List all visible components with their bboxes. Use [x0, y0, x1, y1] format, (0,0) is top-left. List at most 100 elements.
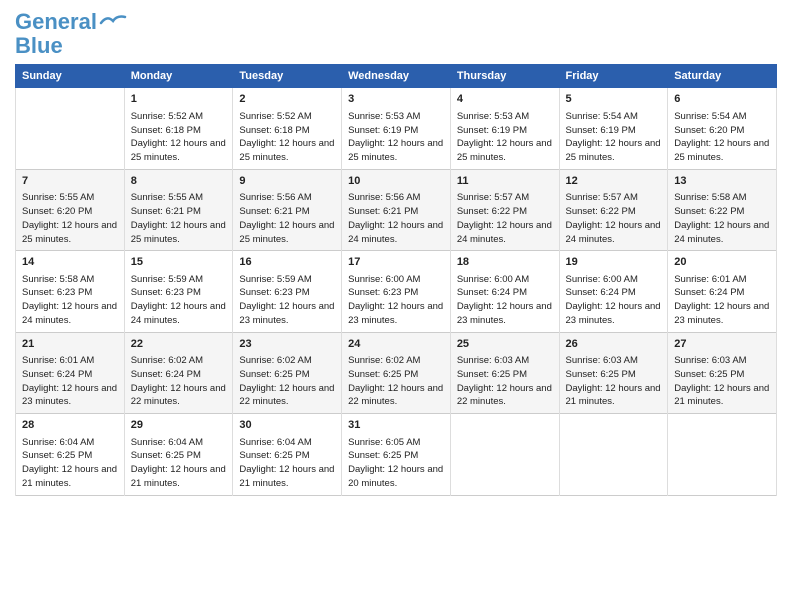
week-row-5: 28 Sunrise: 6:04 AMSunset: 6:25 PMDayligh… [16, 414, 777, 495]
page: General Blue SundayMondayTuesdayWednesda… [0, 0, 792, 506]
week-row-1: 1 Sunrise: 5:52 AMSunset: 6:18 PMDaylight… [16, 88, 777, 169]
day-number: 12 [566, 174, 662, 189]
cell-info: Sunrise: 5:59 AMSunset: 6:23 PMDaylight:… [131, 273, 227, 328]
calendar-cell: 20 Sunrise: 6:01 AMSunset: 6:24 PMDayligh… [668, 251, 777, 332]
calendar-cell: 2 Sunrise: 5:52 AMSunset: 6:18 PMDaylight… [233, 88, 342, 169]
cell-info: Sunrise: 5:53 AMSunset: 6:19 PMDaylight:… [348, 110, 444, 165]
day-number: 27 [674, 337, 770, 352]
calendar-cell: 13 Sunrise: 5:58 AMSunset: 6:22 PMDayligh… [668, 169, 777, 250]
day-number: 17 [348, 255, 444, 270]
logo-text: General Blue [15, 10, 97, 58]
week-row-3: 14 Sunrise: 5:58 AMSunset: 6:23 PMDayligh… [16, 251, 777, 332]
calendar-cell: 11 Sunrise: 5:57 AMSunset: 6:22 PMDayligh… [450, 169, 559, 250]
day-number: 16 [239, 255, 335, 270]
day-number: 13 [674, 174, 770, 189]
day-number: 29 [131, 418, 227, 433]
cell-info: Sunrise: 6:03 AMSunset: 6:25 PMDaylight:… [566, 354, 662, 409]
header-row: SundayMondayTuesdayWednesdayThursdayFrid… [16, 65, 777, 88]
cell-info: Sunrise: 6:02 AMSunset: 6:24 PMDaylight:… [131, 354, 227, 409]
day-number: 15 [131, 255, 227, 270]
calendar-cell: 16 Sunrise: 5:59 AMSunset: 6:23 PMDayligh… [233, 251, 342, 332]
cell-info: Sunrise: 6:00 AMSunset: 6:24 PMDaylight:… [457, 273, 553, 328]
cell-info: Sunrise: 5:58 AMSunset: 6:22 PMDaylight:… [674, 191, 770, 246]
calendar-table: SundayMondayTuesdayWednesdayThursdayFrid… [15, 64, 777, 495]
col-header-thursday: Thursday [450, 65, 559, 88]
day-number: 3 [348, 92, 444, 107]
day-number: 11 [457, 174, 553, 189]
col-header-friday: Friday [559, 65, 668, 88]
cell-info: Sunrise: 5:57 AMSunset: 6:22 PMDaylight:… [457, 191, 553, 246]
cell-info: Sunrise: 6:02 AMSunset: 6:25 PMDaylight:… [239, 354, 335, 409]
logo: General Blue [15, 10, 127, 58]
cell-info: Sunrise: 5:56 AMSunset: 6:21 PMDaylight:… [239, 191, 335, 246]
calendar-cell: 27Sunrise: 6:03 AMSunset: 6:25 PMDayligh… [668, 332, 777, 413]
calendar-cell: 30 Sunrise: 6:04 AMSunset: 6:25 PMDayligh… [233, 414, 342, 495]
calendar-cell: 10 Sunrise: 5:56 AMSunset: 6:21 PMDayligh… [342, 169, 451, 250]
calendar-cell: 5 Sunrise: 5:54 AMSunset: 6:19 PMDaylight… [559, 88, 668, 169]
logo-line2: Blue [15, 33, 63, 58]
cell-info: Sunrise: 5:53 AMSunset: 6:19 PMDaylight:… [457, 110, 553, 165]
cell-info: Sunrise: 6:01 AMSunset: 6:24 PMDaylight:… [22, 354, 118, 409]
calendar-cell: 22Sunrise: 6:02 AMSunset: 6:24 PMDayligh… [124, 332, 233, 413]
calendar-cell: 3 Sunrise: 5:53 AMSunset: 6:19 PMDaylight… [342, 88, 451, 169]
day-number: 7 [22, 174, 118, 189]
calendar-cell [16, 88, 125, 169]
day-number: 2 [239, 92, 335, 107]
day-number: 23 [239, 337, 335, 352]
calendar-cell: 24 Sunrise: 6:02 AMSunset: 6:25 PMDayligh… [342, 332, 451, 413]
cell-info: Sunrise: 5:57 AMSunset: 6:22 PMDaylight:… [566, 191, 662, 246]
calendar-cell: 15 Sunrise: 5:59 AMSunset: 6:23 PMDayligh… [124, 251, 233, 332]
day-number: 8 [131, 174, 227, 189]
cell-info: Sunrise: 5:54 AMSunset: 6:19 PMDaylight:… [566, 110, 662, 165]
cell-info: Sunrise: 6:01 AMSunset: 6:24 PMDaylight:… [674, 273, 770, 328]
cell-info: Sunrise: 6:00 AMSunset: 6:24 PMDaylight:… [566, 273, 662, 328]
day-number: 10 [348, 174, 444, 189]
calendar-cell: 28 Sunrise: 6:04 AMSunset: 6:25 PMDayligh… [16, 414, 125, 495]
calendar-cell: 12 Sunrise: 5:57 AMSunset: 6:22 PMDayligh… [559, 169, 668, 250]
calendar-cell: 29 Sunrise: 6:04 AMSunset: 6:25 PMDayligh… [124, 414, 233, 495]
day-number: 25 [457, 337, 553, 352]
day-number: 21 [22, 337, 118, 352]
calendar-cell: 25Sunrise: 6:03 AMSunset: 6:25 PMDayligh… [450, 332, 559, 413]
calendar-cell [668, 414, 777, 495]
calendar-cell: 19 Sunrise: 6:00 AMSunset: 6:24 PMDayligh… [559, 251, 668, 332]
calendar-cell: 1 Sunrise: 5:52 AMSunset: 6:18 PMDaylight… [124, 88, 233, 169]
day-number: 14 [22, 255, 118, 270]
cell-info: Sunrise: 5:58 AMSunset: 6:23 PMDaylight:… [22, 273, 118, 328]
cell-info: Sunrise: 5:52 AMSunset: 6:18 PMDaylight:… [131, 110, 227, 165]
day-number: 5 [566, 92, 662, 107]
day-number: 30 [239, 418, 335, 433]
calendar-cell: 31Sunrise: 6:05 AMSunset: 6:25 PMDayligh… [342, 414, 451, 495]
day-number: 18 [457, 255, 553, 270]
day-number: 4 [457, 92, 553, 107]
day-number: 31 [348, 418, 444, 433]
cell-info: Sunrise: 6:04 AMSunset: 6:25 PMDaylight:… [131, 436, 227, 491]
calendar-cell: 26Sunrise: 6:03 AMSunset: 6:25 PMDayligh… [559, 332, 668, 413]
col-header-saturday: Saturday [668, 65, 777, 88]
cell-info: Sunrise: 6:02 AMSunset: 6:25 PMDaylight:… [348, 354, 444, 409]
cell-info: Sunrise: 6:04 AMSunset: 6:25 PMDaylight:… [22, 436, 118, 491]
cell-info: Sunrise: 5:55 AMSunset: 6:20 PMDaylight:… [22, 191, 118, 246]
cell-info: Sunrise: 5:55 AMSunset: 6:21 PMDaylight:… [131, 191, 227, 246]
calendar-cell: 21 Sunrise: 6:01 AMSunset: 6:24 PMDayligh… [16, 332, 125, 413]
col-header-sunday: Sunday [16, 65, 125, 88]
calendar-cell [559, 414, 668, 495]
day-number: 20 [674, 255, 770, 270]
day-number: 24 [348, 337, 444, 352]
calendar-cell: 6Sunrise: 5:54 AMSunset: 6:20 PMDaylight… [668, 88, 777, 169]
day-number: 19 [566, 255, 662, 270]
day-number: 1 [131, 92, 227, 107]
cell-info: Sunrise: 5:56 AMSunset: 6:21 PMDaylight:… [348, 191, 444, 246]
logo-bird-icon [99, 13, 127, 33]
calendar-cell [450, 414, 559, 495]
day-number: 9 [239, 174, 335, 189]
cell-info: Sunrise: 5:52 AMSunset: 6:18 PMDaylight:… [239, 110, 335, 165]
cell-info: Sunrise: 6:04 AMSunset: 6:25 PMDaylight:… [239, 436, 335, 491]
day-number: 28 [22, 418, 118, 433]
calendar-cell: 4 Sunrise: 5:53 AMSunset: 6:19 PMDaylight… [450, 88, 559, 169]
cell-info: Sunrise: 5:59 AMSunset: 6:23 PMDaylight:… [239, 273, 335, 328]
week-row-4: 21 Sunrise: 6:01 AMSunset: 6:24 PMDayligh… [16, 332, 777, 413]
calendar-cell: 17Sunrise: 6:00 AMSunset: 6:23 PMDayligh… [342, 251, 451, 332]
col-header-wednesday: Wednesday [342, 65, 451, 88]
week-row-2: 7 Sunrise: 5:55 AMSunset: 6:20 PMDaylight… [16, 169, 777, 250]
